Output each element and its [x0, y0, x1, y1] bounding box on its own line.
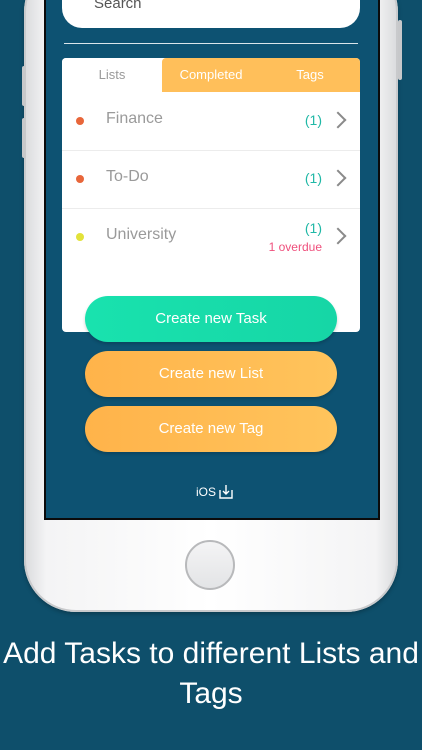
list-item-label: University — [106, 226, 177, 243]
list-item-count: (1) — [304, 170, 322, 186]
search-input[interactable]: Search — [94, 0, 142, 12]
list-item-university[interactable]: University (1) 1 overdue — [62, 208, 360, 266]
list-item-count: (1) — [304, 112, 322, 128]
phone-side-button — [22, 118, 26, 158]
phone-power-button — [398, 20, 402, 80]
phone-side-button — [22, 66, 26, 106]
divider — [64, 43, 358, 44]
chevron-right-icon — [329, 169, 347, 187]
list-item-todo[interactable]: To-Do (1) — [62, 150, 360, 209]
download-icon — [219, 485, 233, 499]
list-item-finance[interactable]: Finance (1) — [62, 92, 360, 151]
overdue-badge: 1 overdue — [268, 240, 322, 254]
create-tag-button[interactable]: Create new Tag — [85, 406, 337, 452]
home-button[interactable] — [185, 540, 235, 590]
list-item-label: To-Do — [106, 168, 149, 185]
create-task-button[interactable]: Create new Task — [85, 296, 337, 342]
list-item-count: (1) — [304, 220, 322, 236]
tab-completed[interactable]: Completed — [162, 58, 260, 92]
tab-tags[interactable]: Tags — [260, 58, 360, 92]
platform-text: iOS — [196, 485, 217, 499]
lists-card: Lists Completed Tags Finance (1) To-Do (… — [62, 58, 360, 332]
promo-caption: Add Tasks to different Lists and Tags — [3, 637, 419, 710]
app-screen: Search Lists Completed Tags Finance (1) … — [46, 0, 378, 518]
tab-lists[interactable]: Lists — [62, 58, 162, 92]
list-color-dot — [76, 233, 84, 241]
list-color-dot — [76, 175, 84, 183]
list-color-dot — [76, 117, 84, 125]
platform-label: iOS — [196, 484, 234, 500]
search-bar[interactable]: Search — [62, 0, 360, 28]
list-item-label: Finance — [106, 110, 163, 127]
tab-bar: Lists Completed Tags — [62, 58, 360, 92]
chevron-right-icon — [329, 227, 347, 245]
create-list-button[interactable]: Create new List — [85, 351, 337, 397]
chevron-right-icon — [329, 111, 347, 129]
